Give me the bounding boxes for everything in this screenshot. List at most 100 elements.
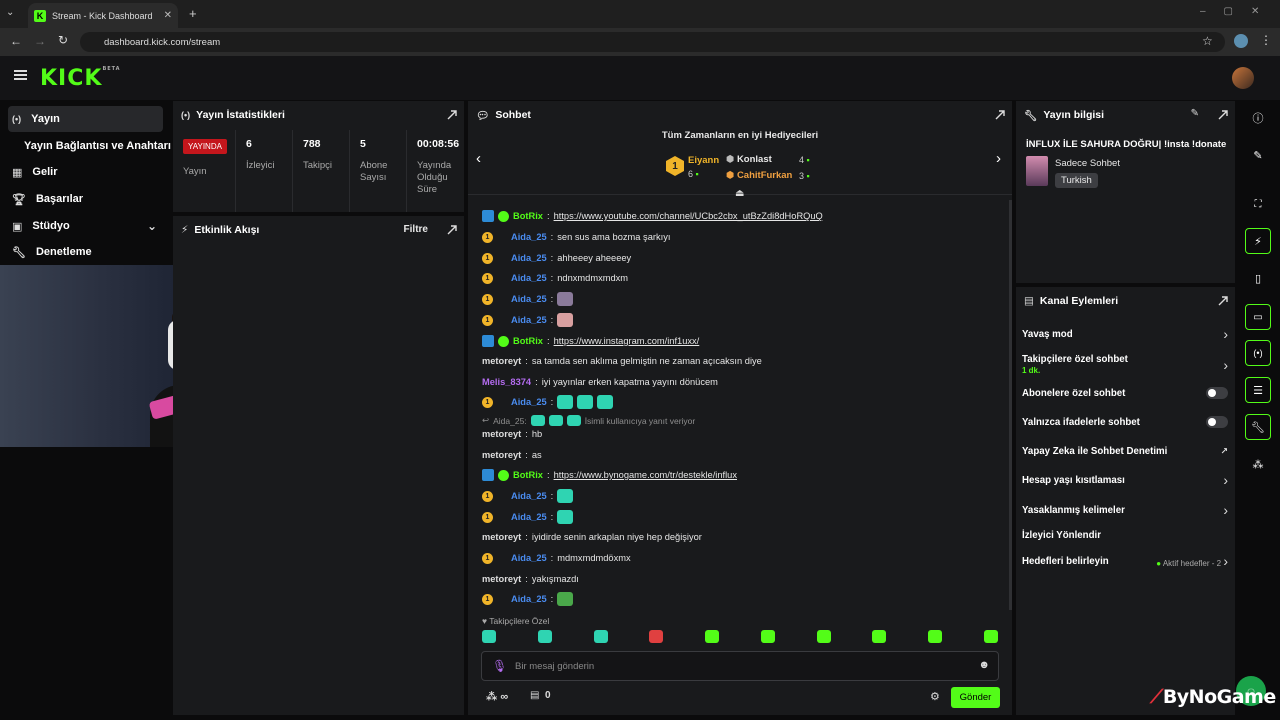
- info-icon[interactable]: ⓘ: [1245, 105, 1271, 131]
- chat-username[interactable]: Aida_25: [511, 273, 547, 283]
- lightning-icon[interactable]: ⚡︎: [1245, 228, 1271, 254]
- microphone-icon[interactable]: 🎙︎: [492, 659, 507, 673]
- chat-username[interactable]: Aida_25: [511, 512, 547, 522]
- tab-list-icon[interactable]: ⌄: [6, 7, 20, 21]
- chat-username[interactable]: BotRix: [513, 470, 543, 480]
- expand-icon[interactable]: [994, 109, 1006, 121]
- chat-input[interactable]: 🎙︎ Bir mesaj gönderin ☻: [481, 651, 999, 681]
- chat-username[interactable]: Aida_25: [511, 594, 547, 604]
- url-field[interactable]: dashboard.kick.com/stream: [80, 32, 1225, 52]
- chat-username[interactable]: BotRix: [513, 336, 543, 346]
- stat-viewers: 6 İzleyici: [235, 130, 292, 212]
- chat-username[interactable]: Aida_25: [511, 397, 547, 407]
- chat-username[interactable]: Aida_25: [511, 294, 547, 304]
- emote-shortcut[interactable]: [872, 630, 887, 643]
- edit-pencil-icon[interactable]: ✎: [1191, 108, 1199, 119]
- chat-link[interactable]: https://www.bynogame.com/tr/destekle/inf…: [554, 470, 737, 480]
- emote-shortcut[interactable]: [928, 630, 943, 643]
- age-restrict-row[interactable]: Hesap yaşı kısıtlaması ›: [1022, 469, 1228, 491]
- goals-row[interactable]: Hedefleri belirleyin ● Aktif hedefler - …: [1022, 550, 1228, 572]
- reload-icon[interactable]: ↻: [58, 33, 68, 47]
- chat-username[interactable]: metoreyt: [482, 574, 521, 584]
- kick-logo[interactable]: KICKBETA: [40, 66, 121, 91]
- document-icon[interactable]: ▯: [1245, 265, 1271, 291]
- ai-mod-row[interactable]: Yapay Zeka ile Sohbet Denetimi ↗: [1022, 440, 1228, 462]
- subs-chat-toggle[interactable]: [1206, 387, 1228, 399]
- nav-item-moderation[interactable]: 🔧︎ Denetleme: [8, 239, 163, 265]
- chat-link[interactable]: https://www.instagram.com/inf1uxx/: [554, 336, 700, 346]
- emote-shortcut[interactable]: [760, 630, 775, 643]
- chat-scrollbar[interactable]: [1009, 200, 1012, 610]
- send-button[interactable]: Gönder: [951, 687, 1000, 708]
- chat-message: 1 Aida_25:: [482, 394, 614, 410]
- emote-shortcut[interactable]: [537, 630, 552, 643]
- new-tab-icon[interactable]: +: [189, 6, 197, 21]
- prev-arrow-icon[interactable]: ‹: [476, 150, 481, 167]
- profile-avatar-icon[interactable]: [1234, 34, 1248, 48]
- chat-username[interactable]: Aida_25: [511, 232, 547, 242]
- next-arrow-icon[interactable]: ›: [996, 150, 1001, 167]
- broadcast-icon[interactable]: (•): [1245, 340, 1271, 366]
- slow-mode-row[interactable]: Yavaş mod ›: [1022, 323, 1228, 345]
- gifter-badge-icon: 1: [482, 272, 493, 284]
- forward-icon[interactable]: →: [34, 34, 46, 48]
- emote-chat-toggle[interactable]: [1206, 416, 1228, 428]
- filter-button[interactable]: Filtre: [404, 224, 428, 235]
- chat-username[interactable]: metoreyt: [482, 450, 521, 460]
- chat-settings-icon[interactable]: ⚙︎: [930, 690, 940, 703]
- expand-icon[interactable]: [1217, 109, 1229, 121]
- subs-chat-row[interactable]: Abonelere özel sohbet: [1022, 382, 1228, 404]
- emote-shortcut[interactable]: [705, 630, 720, 643]
- expand-icon[interactable]: [446, 224, 458, 236]
- close-tab-icon[interactable]: ✕: [164, 10, 172, 21]
- raid-row[interactable]: İzleyici Yönlendir: [1022, 524, 1228, 546]
- settings-list-icon[interactable]: ☰: [1245, 377, 1271, 403]
- expand-icon[interactable]: [1217, 295, 1229, 307]
- hamburger-menu-icon[interactable]: [14, 70, 27, 80]
- wrench-icon[interactable]: 🔧︎: [1245, 414, 1271, 440]
- chat-username[interactable]: metoreyt: [482, 356, 521, 366]
- chat-username[interactable]: BotRix: [513, 211, 543, 221]
- chat-username[interactable]: Aida_25: [511, 491, 547, 501]
- bot-badge-icon: [482, 335, 494, 347]
- gifter-badge-icon: 1: [482, 231, 493, 243]
- chat-username[interactable]: Aida_25: [511, 553, 547, 563]
- window-controls[interactable]: –▢✕: [1200, 6, 1277, 17]
- emote-chat-row[interactable]: Yalnızca ifadelerle sohbet: [1022, 411, 1228, 433]
- chat-link[interactable]: https://www.youtube.com/channel/UCbc2cbx…: [554, 211, 823, 221]
- nav-item-stream[interactable]: (•) Yayın: [8, 106, 163, 132]
- nav-item-studio[interactable]: ▣ Stüdyo ⌄: [8, 213, 163, 239]
- chat-username[interactable]: metoreyt: [482, 429, 521, 439]
- banned-words-row[interactable]: Yasaklanmış kelimeler ›: [1022, 499, 1228, 521]
- bynogame-watermark: ⟋ByNoGame: [1150, 686, 1276, 708]
- chat-username[interactable]: Melis_8374: [482, 377, 531, 387]
- emoji-icon[interactable]: ☻: [978, 659, 990, 671]
- back-icon[interactable]: ←: [10, 34, 22, 48]
- followers-chat-row[interactable]: Takipçilere özel sohbet 1 dk. ›: [1022, 352, 1228, 378]
- emote-shortcut[interactable]: [593, 630, 608, 643]
- channel-points[interactable]: ⁂ ∞: [486, 690, 508, 703]
- chat-username[interactable]: Aida_25: [511, 315, 547, 325]
- nav-item-achievements[interactable]: 🏆︎ Başarılar: [8, 186, 163, 212]
- user-avatar[interactable]: [1232, 67, 1254, 89]
- chat-username[interactable]: Aida_25: [511, 253, 547, 263]
- expand-icon[interactable]: [446, 109, 458, 121]
- store-button[interactable]: ▤ 0: [530, 690, 551, 701]
- chat-username[interactable]: metoreyt: [482, 532, 521, 542]
- nav-item-revenue[interactable]: ▦ Gelir: [8, 159, 163, 185]
- edit-pencil-icon[interactable]: ✎: [1245, 142, 1271, 168]
- chat-message: 1 Aida_25:: [482, 291, 574, 307]
- bookmark-star-icon[interactable]: ☆: [1202, 34, 1213, 48]
- fullscreen-icon[interactable]: ⛶: [1245, 191, 1271, 217]
- reply-user: Aida_25:: [493, 415, 527, 426]
- nav-item-stream-key[interactable]: Yayın Bağlantısı ve Anahtarı: [20, 133, 175, 159]
- emote-shortcut[interactable]: [482, 630, 496, 643]
- points-icon[interactable]: ⁂: [1245, 451, 1271, 477]
- browser-tab[interactable]: K Stream - Kick Dashboard ✕: [28, 3, 178, 28]
- emote-shortcut[interactable]: [816, 630, 831, 643]
- chat-bubble-icon[interactable]: ▭: [1245, 304, 1271, 330]
- collapse-icon[interactable]: ⏏︎: [735, 188, 744, 199]
- emote-shortcut[interactable]: [649, 630, 664, 643]
- browser-menu-icon[interactable]: ⋮: [1260, 33, 1272, 47]
- emote-shortcut[interactable]: [983, 630, 998, 643]
